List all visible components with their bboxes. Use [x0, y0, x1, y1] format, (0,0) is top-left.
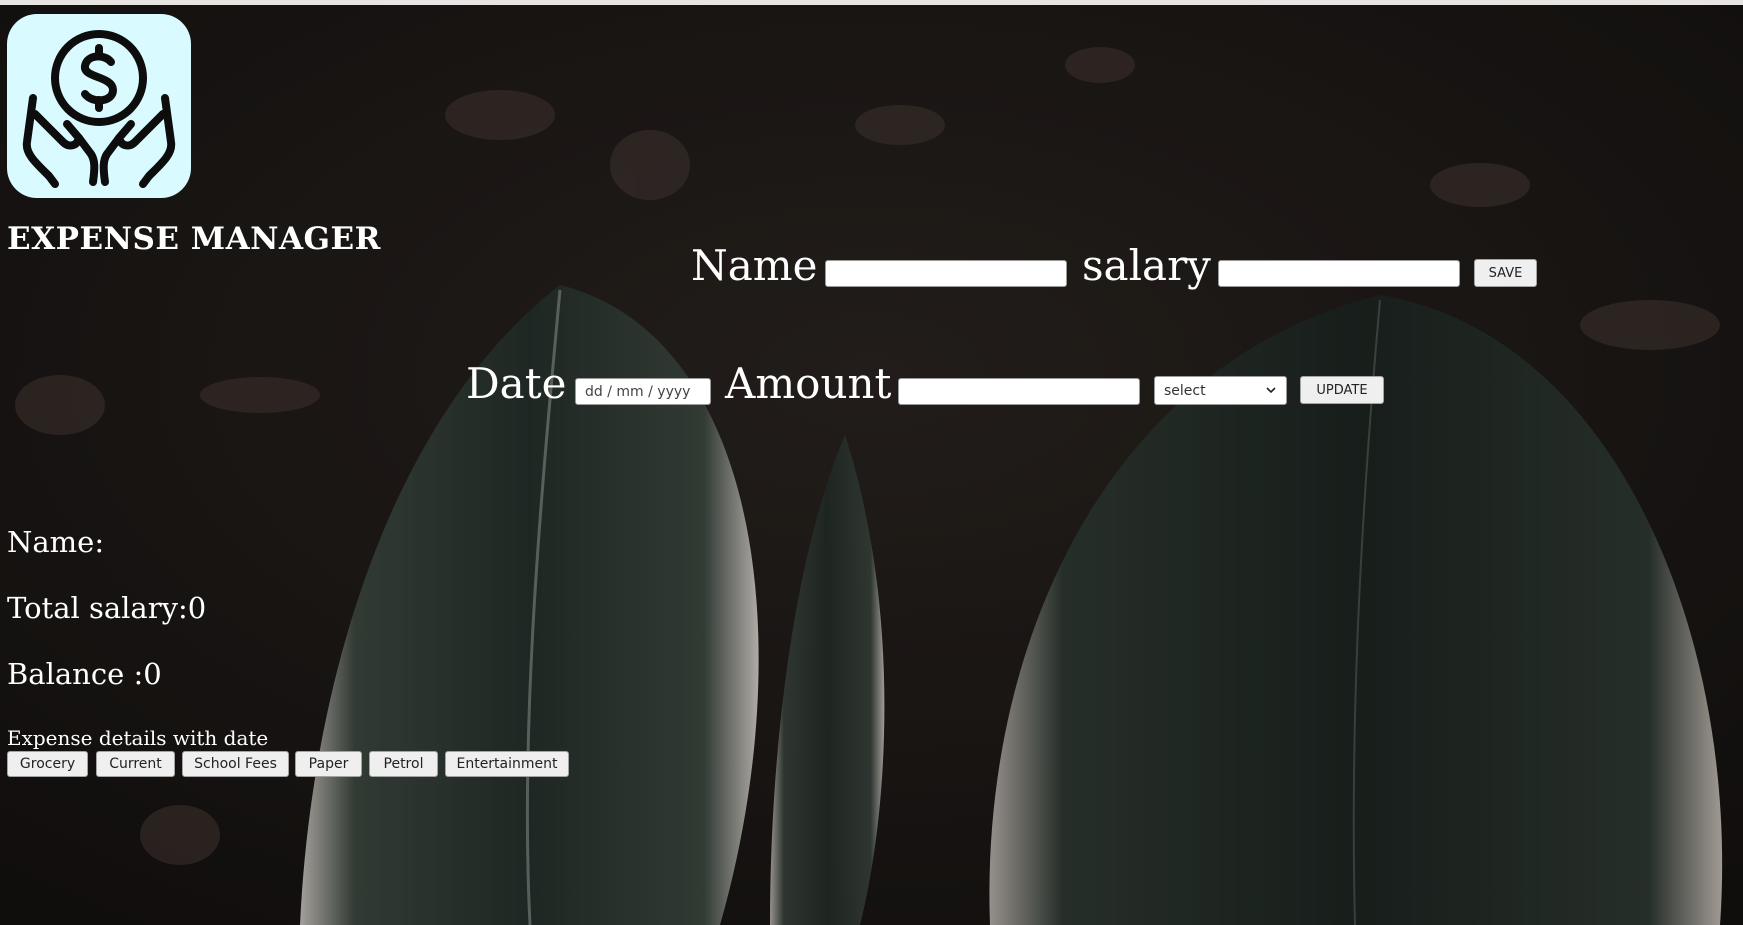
name-input[interactable]	[825, 260, 1067, 287]
salary-input[interactable]	[1218, 260, 1460, 287]
category-button-entertainment[interactable]: Entertainment	[445, 751, 569, 777]
summary-balance: Balance :0	[7, 657, 162, 691]
date-placeholder: dd / mm / yyyy	[585, 383, 691, 400]
salary-label: salary	[1082, 241, 1211, 290]
name-label: Name	[691, 241, 818, 290]
update-button[interactable]: UPDATE	[1300, 376, 1384, 404]
hands-holding-dollar-icon	[7, 14, 191, 198]
category-button-paper[interactable]: Paper	[295, 751, 362, 777]
category-button-current[interactable]: Current	[96, 751, 175, 777]
date-label: Date	[466, 359, 567, 408]
amount-label: Amount	[725, 359, 892, 408]
amount-input[interactable]	[898, 378, 1140, 405]
category-select-value: select	[1164, 382, 1206, 399]
save-button[interactable]: SAVE	[1474, 259, 1537, 287]
app-title: EXPENSE MANAGER	[7, 221, 381, 257]
chevron-down-icon	[1266, 387, 1276, 394]
category-button-petrol[interactable]: Petrol	[369, 751, 438, 777]
background-leaves-image	[0, 5, 1743, 925]
summary-name: Name:	[7, 525, 105, 559]
category-button-school-fees[interactable]: School Fees	[182, 751, 289, 777]
date-input[interactable]: dd / mm / yyyy	[575, 378, 711, 405]
category-button-grocery[interactable]: Grocery	[7, 751, 88, 777]
expense-details-heading: Expense details with date	[7, 726, 269, 750]
summary-total-salary: Total salary:0	[7, 591, 207, 625]
category-select[interactable]: select	[1154, 376, 1287, 405]
